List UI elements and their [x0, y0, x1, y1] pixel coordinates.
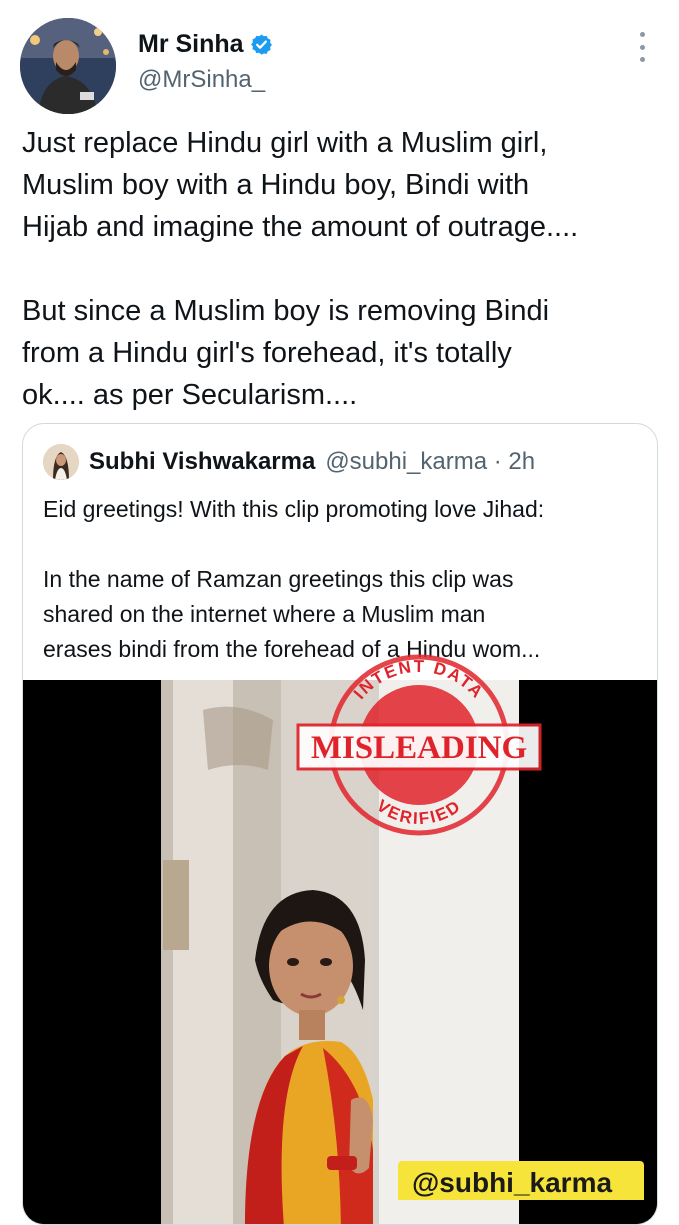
misleading-stamp: INTENT DATA VERIFIED MISLEADING [296, 654, 542, 836]
watermark-text: @subhi_karma [412, 1167, 613, 1198]
more-options-icon[interactable] [628, 32, 656, 62]
dot [639, 32, 645, 37]
quoted-author-avatar [43, 444, 79, 480]
quoted-author-name: Subhi Vishwakarma [89, 448, 316, 475]
quoted-author-handle-time: @subhi_karma · 2h [325, 448, 536, 475]
quoted-tweet-header: Subhi Vishwakarma @subhi_karma · 2h [43, 444, 535, 480]
author-name-row: Mr Sinha [138, 30, 273, 59]
dot [639, 44, 645, 50]
tweet-text: Just replace Hindu girl with a Muslim gi… [22, 127, 579, 411]
quoted-tweet-text: Eid greetings! With this clip promoting … [43, 496, 545, 662]
user-avatar[interactable] [20, 18, 116, 114]
video-watermark: @subhi_karma [398, 1161, 644, 1200]
tweet: Mr Sinha @MrSinha_ Just replace Hindu gi… [0, 0, 679, 1225]
avatar-photo [20, 18, 116, 114]
verified-badge-icon [250, 34, 272, 55]
author-handle[interactable]: @MrSinha_ [138, 66, 265, 94]
stamp-center-text: MISLEADING [311, 730, 527, 766]
author-display-name[interactable]: Mr Sinha [138, 30, 244, 59]
dot [639, 57, 645, 62]
